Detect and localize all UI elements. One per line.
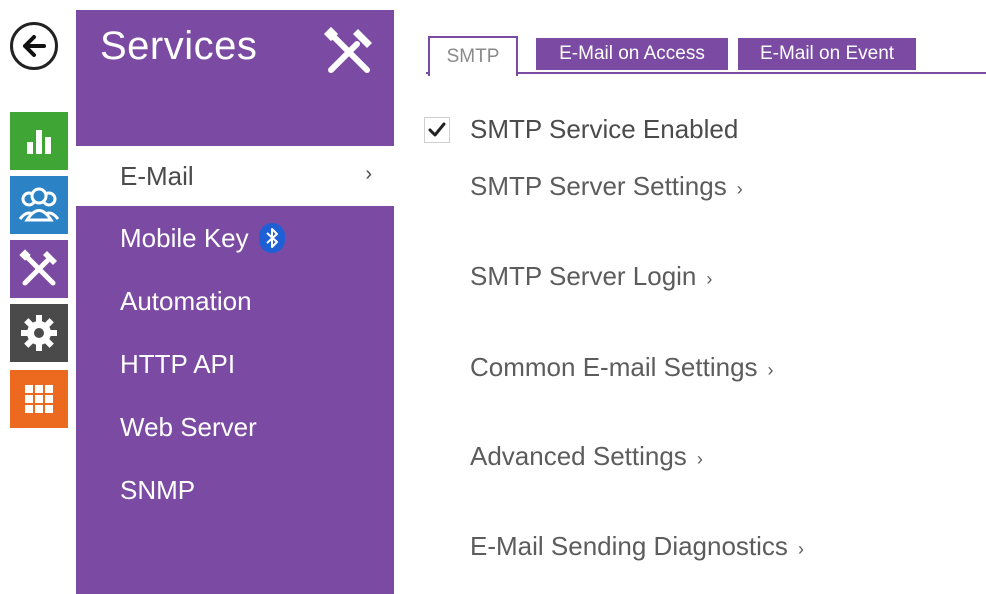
grid-icon (25, 385, 53, 413)
services-panel: Services E-Mail › Mobile Key Automation … (76, 10, 394, 594)
smtp-server-settings-link[interactable]: SMTP Server Settings › (470, 171, 743, 202)
menu-item-label: E-Mail (120, 160, 194, 191)
smtp-enabled-label: SMTP Service Enabled (470, 114, 739, 144)
smtp-server-login-link[interactable]: SMTP Server Login › (470, 261, 712, 292)
tab-smtp[interactable]: SMTP (428, 36, 518, 76)
chevron-right-icon: › (706, 269, 713, 289)
chevron-right-icon: › (767, 360, 774, 380)
menu-item-label: Web Server (120, 411, 257, 442)
menu-item-label: SNMP (120, 474, 196, 505)
menu-item-snmp[interactable]: SNMP (76, 460, 394, 520)
email-sending-diagnostics-link[interactable]: E-Mail Sending Diagnostics › (470, 531, 804, 562)
bluetooth-icon (258, 223, 285, 253)
tools-icon (321, 24, 377, 80)
menu-item-mobile-key[interactable]: Mobile Key (76, 208, 394, 268)
menu-item-automation[interactable]: Automation (76, 271, 394, 331)
tab-email-on-access[interactable]: E-Mail on Access (536, 38, 728, 70)
nav-users-button[interactable] (10, 176, 68, 234)
users-icon (18, 187, 60, 222)
nav-system-button[interactable] (10, 370, 68, 428)
section-label: Advanced Settings (470, 441, 687, 471)
nav-status-button[interactable] (10, 112, 68, 170)
section-label: Common E-mail Settings (470, 352, 758, 382)
section-label: SMTP Server Settings (470, 171, 727, 201)
nav-services-button[interactable] (10, 240, 68, 298)
menu-item-label: HTTP API (120, 348, 236, 379)
section-label: SMTP Server Login (470, 261, 697, 291)
section-label: E-Mail Sending Diagnostics (470, 531, 788, 561)
advanced-settings-link[interactable]: Advanced Settings › (470, 441, 703, 472)
chevron-right-icon: › (797, 539, 804, 559)
chevron-right-icon: › (696, 449, 703, 469)
smtp-enabled-checkbox[interactable] (424, 117, 450, 143)
common-email-settings-link[interactable]: Common E-mail Settings › (470, 352, 774, 383)
menu-item-http-api[interactable]: HTTP API (76, 334, 394, 394)
chevron-right-icon: › (736, 179, 743, 199)
panel-title: Services (100, 24, 258, 68)
checkmark-icon (428, 122, 446, 137)
menu-item-label: Mobile Key (120, 222, 249, 253)
menu-item-web-server[interactable]: Web Server (76, 397, 394, 457)
menu-item-email[interactable]: E-Mail › (76, 146, 394, 206)
tools-icon (19, 249, 57, 286)
chevron-right-icon: › (365, 163, 372, 185)
menu-item-label: Automation (120, 285, 252, 316)
tab-email-on-event[interactable]: E-Mail on Event (738, 38, 916, 70)
nav-hardware-button[interactable] (10, 304, 68, 362)
back-button[interactable] (10, 22, 58, 70)
arrow-left-icon (23, 35, 46, 57)
bar-chart-icon (27, 130, 51, 154)
gear-icon (21, 315, 57, 351)
